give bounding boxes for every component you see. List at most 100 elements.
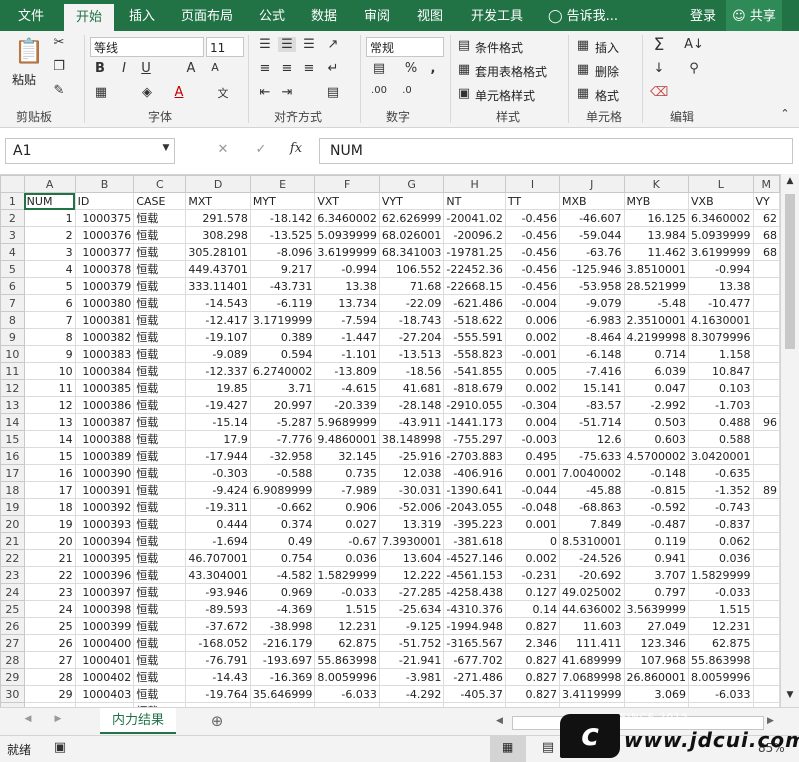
cell[interactable]: -0.044 xyxy=(504,481,561,499)
cell[interactable]: 0.754 xyxy=(249,549,316,567)
insert-cells-button[interactable]: 插入 xyxy=(595,39,619,56)
cell[interactable]: 恒载 xyxy=(133,549,187,567)
cell[interactable]: 13.38 xyxy=(314,277,380,295)
cell[interactable]: -621.486 xyxy=(443,294,506,312)
cell[interactable]: 0 xyxy=(504,532,561,550)
cell[interactable]: -271.486 xyxy=(443,668,506,686)
cell[interactable]: 3.1719999 xyxy=(249,311,316,329)
cell[interactable]: 6.3460002 xyxy=(688,209,754,227)
cell[interactable]: 0.005 xyxy=(504,362,561,380)
macro-record-icon[interactable]: ▣ xyxy=(52,740,68,755)
cell[interactable]: -0.456 xyxy=(504,260,561,278)
cell[interactable]: -7.989 xyxy=(314,481,380,499)
cell[interactable]: -24.526 xyxy=(559,549,625,567)
tab-review[interactable]: 审阅 xyxy=(354,0,400,31)
cell[interactable]: -83.57 xyxy=(559,396,625,414)
cell[interactable]: -9.079 xyxy=(559,294,625,312)
cell[interactable]: 1000380 xyxy=(74,294,135,312)
cell[interactable]: 0.002 xyxy=(504,549,561,567)
cell[interactable]: 55.863998 xyxy=(688,651,754,669)
cell[interactable]: 7.3930001 xyxy=(378,532,445,550)
collapse-ribbon-icon[interactable]: ⌃ xyxy=(778,107,792,120)
cell[interactable]: 0.444 xyxy=(185,515,251,533)
cell[interactable]: 1000383 xyxy=(74,345,135,363)
cell[interactable]: -4258.438 xyxy=(443,583,506,601)
cell[interactable]: 0.827 xyxy=(504,651,561,669)
row-header[interactable]: 4 xyxy=(0,243,25,261)
cell[interactable]: MYB xyxy=(623,192,690,210)
cell[interactable]: -51.714 xyxy=(559,413,625,431)
cell[interactable]: 3 xyxy=(23,243,76,261)
cell[interactable]: -43.911 xyxy=(378,413,445,431)
cell[interactable] xyxy=(752,583,780,601)
cell[interactable]: -9.125 xyxy=(378,617,445,635)
cell[interactable]: 6.9089999 xyxy=(249,481,316,499)
cell[interactable]: 0.827 xyxy=(504,668,561,686)
cell[interactable]: 9.4860001 xyxy=(314,430,380,448)
cell[interactable] xyxy=(752,498,780,516)
cell[interactable]: 1000399 xyxy=(74,617,135,635)
cell[interactable]: -0.003 xyxy=(504,430,561,448)
cell[interactable]: 8.0059996 xyxy=(688,668,754,686)
cell[interactable]: 43.304001 xyxy=(185,566,251,584)
row-header[interactable]: 12 xyxy=(0,379,25,397)
column-header[interactable]: G xyxy=(378,175,445,193)
row-header[interactable]: 13 xyxy=(0,396,25,414)
cell[interactable]: 26.860001 xyxy=(623,668,690,686)
cell[interactable]: -0.592 xyxy=(623,498,690,516)
cell[interactable]: -5.48 xyxy=(623,294,690,312)
tab-insert[interactable]: 插入 xyxy=(118,0,166,31)
cell[interactable]: 46.707001 xyxy=(185,549,251,567)
cell[interactable]: 恒载 xyxy=(133,260,187,278)
column-header[interactable]: A xyxy=(23,175,76,193)
cell[interactable]: 1000387 xyxy=(74,413,135,431)
cell[interactable]: 恒载 xyxy=(133,243,187,261)
cell[interactable]: -4527.146 xyxy=(443,549,506,567)
cell[interactable]: -1994.948 xyxy=(443,617,506,635)
cell[interactable]: 1000392 xyxy=(74,498,135,516)
cell[interactable]: 14 xyxy=(23,430,76,448)
cell[interactable]: -0.456 xyxy=(504,209,561,227)
cell[interactable]: 1000393 xyxy=(74,515,135,533)
accounting-icon[interactable]: ▤ xyxy=(368,61,390,76)
cell[interactable] xyxy=(752,515,780,533)
cell[interactable]: VYT xyxy=(378,192,445,210)
fill-icon[interactable]: ↓ xyxy=(650,61,668,76)
cell[interactable]: 恒载 xyxy=(133,311,187,329)
cell[interactable]: -558.823 xyxy=(443,345,506,363)
row-header[interactable]: 17 xyxy=(0,464,25,482)
name-box-dropdown-icon[interactable]: ▼ xyxy=(160,143,172,153)
cell[interactable]: -22668.15 xyxy=(443,277,506,295)
cell[interactable]: 12.222 xyxy=(378,566,445,584)
row-header[interactable]: 26 xyxy=(0,617,25,635)
scroll-up-icon[interactable]: ▲ xyxy=(784,176,796,186)
cell[interactable]: 68.026001 xyxy=(378,226,445,244)
cell[interactable]: 333.11401 xyxy=(185,277,251,295)
cell[interactable]: 44.636002 xyxy=(559,600,625,618)
normal-view-icon[interactable]: ▦ xyxy=(490,736,526,762)
cell[interactable]: 0.004 xyxy=(504,413,561,431)
cell[interactable]: -13.513 xyxy=(378,345,445,363)
cell[interactable]: 7 xyxy=(23,311,76,329)
cell[interactable]: 20.997 xyxy=(249,396,316,414)
cell[interactable]: 0.006 xyxy=(504,311,561,329)
cell[interactable]: 5 xyxy=(23,277,76,295)
cell[interactable]: 0.027 xyxy=(314,515,380,533)
cell[interactable]: -16.369 xyxy=(249,668,316,686)
cell[interactable]: 10.847 xyxy=(688,362,754,380)
cell[interactable]: 291.578 xyxy=(185,209,251,227)
cell[interactable]: 16 xyxy=(23,464,76,482)
cell[interactable]: 5.0939999 xyxy=(688,226,754,244)
column-header[interactable]: E xyxy=(249,175,316,193)
cell[interactable]: -193.697 xyxy=(249,651,316,669)
cell[interactable]: -19.764 xyxy=(185,685,251,703)
cell[interactable]: TT xyxy=(504,192,561,210)
cell[interactable]: -818.679 xyxy=(443,379,506,397)
cell[interactable]: 1.5829999 xyxy=(314,566,380,584)
cell[interactable]: -4.292 xyxy=(378,685,445,703)
cell[interactable]: -0.837 xyxy=(688,515,754,533)
cell[interactable]: 4.2199998 xyxy=(623,328,690,346)
increase-decimal-icon[interactable]: .00 xyxy=(368,85,390,96)
cell[interactable]: 62.875 xyxy=(688,634,754,652)
cell[interactable]: 18 xyxy=(23,498,76,516)
